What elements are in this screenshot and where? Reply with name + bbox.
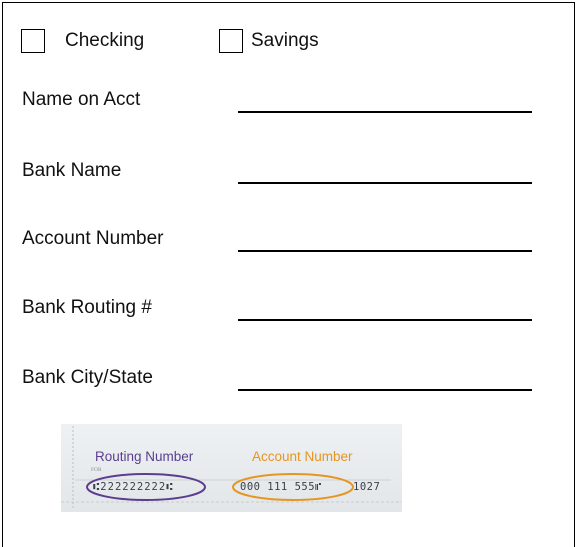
name-on-acct-input[interactable] — [238, 111, 532, 113]
routing-number-label: Routing Number — [95, 449, 194, 464]
bank-name-field: Bank Name — [22, 160, 532, 190]
checking-option[interactable]: Checking — [21, 26, 144, 56]
bank-city-state-input[interactable] — [238, 389, 532, 391]
bank-name-label: Bank Name — [22, 160, 122, 181]
routing-digits: ⑆222222222⑆ — [93, 481, 174, 493]
bank-city-state-label: Bank City/State — [22, 367, 153, 388]
account-number-check-label: Account Number — [252, 449, 353, 464]
check-sample-image: Routing Number Account Number FOR ⑆22222… — [61, 424, 402, 512]
for-label: FOR — [91, 467, 102, 473]
name-on-acct-label: Name on Acct — [22, 89, 141, 110]
check-background — [61, 424, 402, 512]
checking-checkbox[interactable] — [21, 29, 45, 53]
check-number: 1027 — [353, 481, 380, 493]
account-number-field: Account Number — [22, 228, 532, 258]
account-number-label: Account Number — [22, 228, 164, 249]
bank-name-input[interactable] — [238, 182, 532, 184]
bank-routing-input[interactable] — [238, 319, 532, 321]
bank-city-state-field: Bank City/State — [22, 367, 532, 397]
account-number-input[interactable] — [238, 250, 532, 252]
name-on-acct-field: Name on Acct — [22, 89, 532, 119]
savings-label: Savings — [251, 30, 319, 51]
account-digits: 000 111 555⑈ — [240, 481, 322, 493]
checking-label: Checking — [65, 30, 145, 51]
savings-checkbox[interactable] — [219, 29, 243, 53]
bank-routing-field: Bank Routing # — [22, 297, 532, 327]
savings-option[interactable]: Savings — [219, 26, 319, 56]
bank-routing-label: Bank Routing # — [22, 297, 152, 318]
